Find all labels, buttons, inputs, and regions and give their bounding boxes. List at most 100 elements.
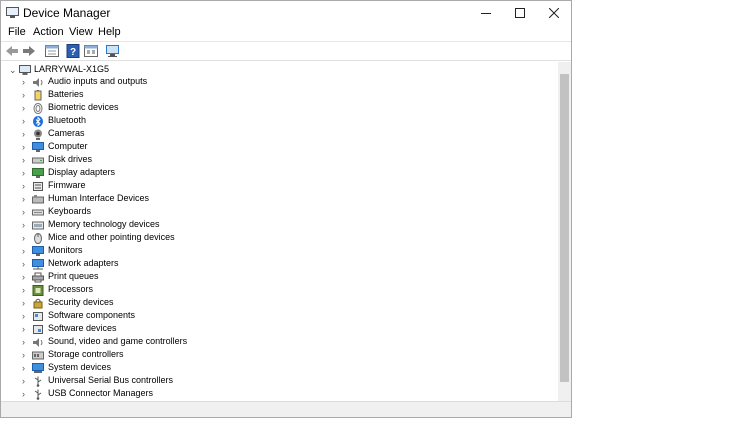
tree-item-hid[interactable]: › Human Interface Devices — [19, 193, 519, 207]
chevron-right-icon[interactable]: › — [22, 389, 25, 399]
chevron-right-icon[interactable]: › — [22, 233, 25, 243]
monitor-icon — [32, 246, 44, 256]
minimize-button[interactable] — [469, 1, 503, 25]
maximize-button[interactable] — [503, 1, 537, 25]
tree-item-label: Human Interface Devices — [48, 193, 150, 203]
forward-arrow-icon[interactable] — [21, 44, 37, 58]
chevron-right-icon[interactable]: › — [22, 194, 25, 204]
tree-item-label: Universal Serial Bus controllers — [48, 375, 174, 385]
menu-help[interactable]: Help — [98, 26, 121, 38]
window-title: Device Manager — [23, 6, 111, 20]
chevron-right-icon[interactable]: › — [22, 168, 25, 178]
menu-file[interactable]: File — [8, 26, 26, 38]
tree-item-audio[interactable]: › Audio inputs and outputs — [19, 76, 519, 90]
device-manager-window: Device Manager File Action View Help ? ⌄… — [0, 0, 572, 418]
chevron-right-icon[interactable]: › — [22, 116, 25, 126]
tree-item-label: Mice and other pointing devices — [48, 232, 175, 242]
maximize-icon — [515, 8, 525, 18]
sound-icon — [33, 338, 43, 347]
bluetooth-icon — [33, 116, 43, 127]
camera-icon — [34, 129, 42, 140]
tree-item-computer[interactable]: › Computer — [19, 141, 519, 155]
speaker-icon — [33, 78, 43, 87]
chevron-right-icon[interactable]: › — [22, 129, 25, 139]
tree-item-label: Memory technology devices — [48, 219, 160, 229]
tree-item-label: Audio inputs and outputs — [48, 76, 148, 86]
monitor-icon — [32, 142, 44, 152]
chevron-right-icon[interactable]: › — [22, 220, 25, 230]
tree-item-biometric[interactable]: › Biometric devices — [19, 102, 519, 116]
tree-item-bluetooth[interactable]: › Bluetooth — [19, 115, 519, 129]
chevron-right-icon[interactable]: › — [22, 181, 25, 191]
vertical-scroll-thumb[interactable] — [560, 74, 569, 382]
printer-icon — [32, 272, 44, 283]
tree-item-label: Security devices — [48, 297, 114, 307]
horizontal-scrollbar[interactable] — [1, 401, 571, 417]
close-icon — [549, 8, 559, 18]
help-icon[interactable]: ? — [66, 44, 82, 58]
storage-controller-icon — [32, 351, 44, 360]
tree-item-label: System devices — [48, 362, 112, 372]
security-device-icon — [33, 298, 43, 309]
chevron-right-icon[interactable]: › — [22, 155, 25, 165]
tree-item-label: Storage controllers — [48, 349, 124, 359]
chevron-right-icon[interactable]: › — [22, 350, 25, 360]
tree-item-label: Computer — [48, 141, 88, 151]
minimize-icon — [481, 13, 491, 14]
close-button[interactable] — [537, 1, 571, 25]
tree-item-label: Cameras — [48, 128, 85, 138]
device-tree[interactable]: ⌄ LARRYWAL-X1G5 › Audio inputs and outpu… — [1, 62, 558, 401]
tree-item-label: Network adapters — [48, 258, 119, 268]
keyboard-icon — [32, 209, 44, 216]
chevron-right-icon[interactable]: › — [22, 259, 25, 269]
tree-item-label: Display adapters — [48, 167, 116, 177]
usb-icon — [34, 376, 42, 387]
tree-item-display-adapters[interactable]: › Display adapters — [19, 167, 519, 181]
menu-action[interactable]: Action — [33, 26, 64, 38]
tree-item-print-queues[interactable]: › Print queues — [19, 271, 519, 285]
back-arrow-icon[interactable] — [4, 44, 20, 58]
tree-item-label: Keyboards — [48, 206, 92, 216]
chevron-right-icon[interactable]: › — [22, 90, 25, 100]
root-computer-name: LARRYWAL-X1G5 — [34, 64, 110, 74]
usb-icon — [34, 389, 42, 400]
processor-icon — [32, 285, 44, 296]
chevron-right-icon[interactable]: › — [22, 272, 25, 282]
chevron-right-icon[interactable]: › — [22, 298, 25, 308]
chevron-right-icon[interactable]: › — [22, 77, 25, 87]
system-device-icon — [32, 363, 44, 373]
scan-hardware-icon[interactable] — [105, 44, 121, 58]
chevron-right-icon[interactable]: › — [22, 363, 25, 373]
chevron-right-icon[interactable]: › — [22, 285, 25, 295]
svg-text:?: ? — [70, 47, 76, 58]
view-icon[interactable] — [83, 44, 99, 58]
network-adapter-icon — [32, 259, 44, 270]
battery-icon — [34, 90, 42, 101]
fingerprint-icon — [33, 103, 43, 114]
properties-icon[interactable] — [44, 44, 60, 58]
menu-bar: File Action View Help — [1, 25, 571, 41]
tree-item-label: Disk drives — [48, 154, 93, 164]
tree-item-label: Biometric devices — [48, 102, 119, 112]
chevron-right-icon[interactable]: › — [22, 142, 25, 152]
chevron-right-icon[interactable]: › — [22, 246, 25, 256]
chevron-right-icon[interactable]: › — [22, 324, 25, 334]
tree-item-usb-connector-managers[interactable]: › USB Connector Managers — [19, 388, 519, 401]
title-bar[interactable]: Device Manager — [1, 1, 571, 25]
chevron-down-icon[interactable]: ⌄ — [9, 65, 17, 76]
tree-item-label: Processors — [48, 284, 94, 294]
menu-view[interactable]: View — [69, 26, 93, 38]
tree-item-label: Sound, video and game controllers — [48, 336, 188, 346]
software-component-icon — [33, 312, 43, 321]
chevron-right-icon[interactable]: › — [22, 103, 25, 113]
tree-item-cameras[interactable]: › Cameras — [19, 128, 519, 142]
chevron-right-icon[interactable]: › — [22, 311, 25, 321]
vertical-scrollbar[interactable] — [558, 62, 571, 401]
firmware-icon — [33, 182, 43, 191]
toolbar: ? — [1, 41, 571, 61]
chevron-right-icon[interactable]: › — [22, 207, 25, 217]
chevron-right-icon[interactable]: › — [22, 337, 25, 347]
chevron-right-icon[interactable]: › — [22, 376, 25, 386]
hid-icon — [32, 195, 44, 204]
tree-item-mice[interactable]: › Mice and other pointing devices — [19, 232, 519, 246]
